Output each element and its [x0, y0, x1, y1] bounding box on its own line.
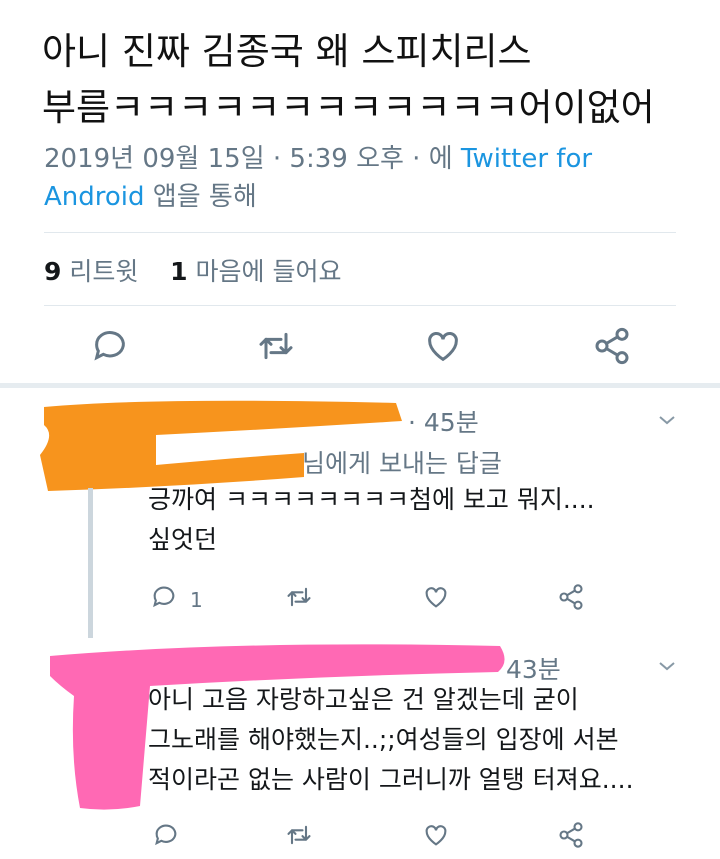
reply-text-line: 아니 고음 자랑하고싶은 건 알겠는데 굳이 — [148, 685, 579, 714]
tweet-date: 2019년 09월 15일 · 5:39 오후 · 에 — [44, 144, 461, 174]
like-count: 1 — [170, 257, 188, 286]
reply-icon[interactable] — [90, 326, 130, 366]
divider — [44, 305, 676, 306]
like-icon[interactable] — [422, 821, 450, 849]
share-icon[interactable] — [557, 821, 585, 849]
reply-text-line: 긍까여 ㅋㅋㅋㅋㅋㅋㅋㅋ첨에 보고 뭐지.... — [148, 485, 595, 514]
retweet-count: 9 — [44, 257, 62, 286]
reply-text: 긍까여 ㅋㅋㅋㅋㅋㅋㅋㅋ첨에 보고 뭐지.... 싶엇던 — [148, 480, 595, 560]
reply-text: 아니 고음 자랑하고싶은 건 알겠는데 굳이 그노래를 해야했는지..;;여성들… — [148, 680, 634, 800]
reply-icon[interactable] — [150, 583, 178, 611]
source-link-cont[interactable]: Android — [44, 182, 145, 212]
retweet-icon[interactable] — [285, 583, 313, 611]
like-icon[interactable] — [422, 583, 450, 611]
like-icon[interactable] — [423, 326, 463, 366]
like-label: 마음에 들어요 — [195, 257, 342, 286]
divider — [44, 232, 676, 233]
reply-text-line: 그노래를 해야했는지..;;여성들의 입장에 서본 — [148, 725, 619, 754]
tweet-text-line-2: 부름ㅋㅋㅋㅋㅋㅋㅋㅋㅋㅋㅋㅋ어이없어 — [42, 86, 655, 129]
like-stat[interactable]: 1 마음에 들어요 — [170, 257, 341, 286]
retweet-icon[interactable] — [285, 821, 313, 849]
share-icon[interactable] — [592, 326, 632, 366]
thread-line — [88, 488, 93, 638]
reply-icon[interactable] — [152, 821, 180, 849]
tweet-meta: 2019년 09월 15일 · 5:39 오후 · 에 Twitter for … — [44, 140, 684, 216]
tweet-text: 아니 진짜 김종국 왜 스피치리스 부름ㅋㅋㅋㅋㅋㅋㅋㅋㅋㅋㅋㅋ어이없어 — [42, 24, 682, 136]
retweet-icon[interactable] — [256, 326, 296, 366]
reply-to-label: 님에게 보내는 답글 — [302, 449, 502, 478]
source-suffix: 앱을 통해 — [144, 182, 257, 212]
chevron-down-icon[interactable] — [655, 654, 679, 678]
source-link[interactable]: Twitter for — [461, 144, 592, 174]
chevron-down-icon[interactable] — [655, 408, 679, 432]
reply-text-line: 싶엇던 — [148, 525, 218, 554]
share-icon[interactable] — [557, 583, 585, 611]
reply-count: 1 — [190, 588, 203, 612]
retweet-label: 리트윗 — [69, 257, 139, 286]
tweet-stats: 9 리트윗 1 마음에 들어요 — [44, 252, 341, 288]
reply-timestamp: · 45분 — [408, 408, 479, 437]
reply-text-line: 적이라곤 없는 사람이 그러니까 얼탱 터져요.... — [148, 765, 634, 794]
retweet-stat[interactable]: 9 리트윗 — [44, 257, 138, 286]
section-separator — [0, 383, 720, 388]
tweet-text-line-1: 아니 진짜 김종국 왜 스피치리스 — [42, 30, 532, 73]
